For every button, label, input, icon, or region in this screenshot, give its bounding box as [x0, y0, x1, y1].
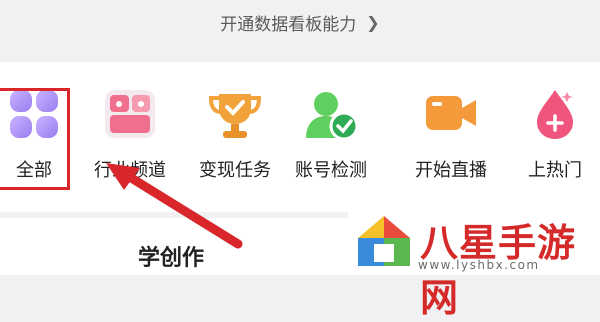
watermark-url: www.lyshbx.com — [418, 258, 540, 272]
watermark-logo — [358, 216, 410, 266]
